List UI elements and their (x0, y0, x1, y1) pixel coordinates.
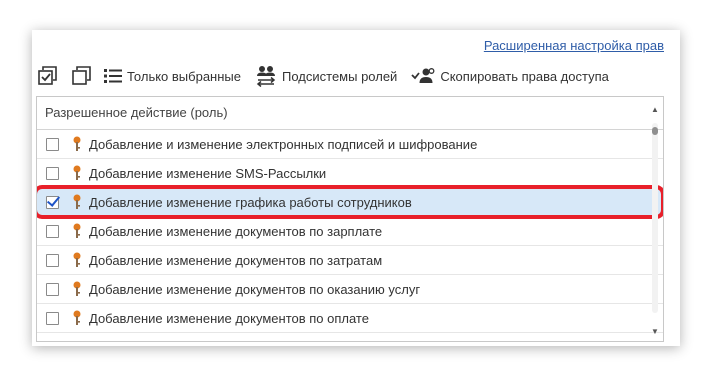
toolbar: Только выбранные Подсистемы ролей Скопир… (38, 64, 609, 88)
column-header[interactable]: Разрешенное действие (роль) (37, 97, 663, 130)
key-icon (72, 165, 82, 181)
column-header-label: Разрешенное действие (роль) (45, 105, 228, 120)
row-checkbox-checked[interactable] (46, 195, 59, 209)
key-icon (72, 252, 82, 268)
key-icon (72, 194, 82, 210)
table-row[interactable]: Добавление изменение документов по затра… (37, 246, 663, 275)
table-row[interactable]: Добавление изменение документов по оплат… (37, 304, 663, 333)
role-subsystems-label: Подсистемы ролей (282, 68, 398, 84)
row-checkbox[interactable] (46, 137, 59, 151)
scroll-up-icon[interactable]: ▲ (649, 103, 661, 117)
table-row-selected[interactable]: Добавление изменение графика работы сотр… (37, 185, 663, 219)
table-row[interactable]: Добавление изменение документов по оказа… (37, 275, 663, 304)
row-label: Добавление изменение SMS-Рассылки (89, 165, 327, 181)
table-row[interactable]: Добавление и изменение электронных подпи… (37, 130, 663, 159)
key-icon (72, 136, 82, 152)
row-checkbox[interactable] (46, 253, 59, 267)
key-icon (72, 281, 82, 297)
key-icon (72, 223, 82, 239)
copy-access-rights-button[interactable]: Скопировать права доступа (411, 64, 609, 88)
table-row[interactable]: Добавление изменение документов по зарпл… (37, 217, 663, 246)
check-all-button[interactable] (38, 64, 58, 88)
row-checkbox[interactable] (46, 166, 59, 180)
users-swap-icon (255, 65, 277, 87)
scroll-track[interactable] (652, 123, 658, 313)
access-rights-panel: Расширенная настройка прав Только выбран… (32, 30, 680, 346)
scroll-down-icon[interactable]: ▼ (649, 325, 661, 339)
row-label: Добавление изменение документов по оплат… (89, 310, 369, 326)
only-selected-label: Только выбранные (127, 68, 241, 84)
check-all-icon (38, 66, 58, 86)
key-icon (72, 310, 82, 326)
row-label: Добавление изменение документов по зарпл… (89, 223, 383, 239)
scroll-thumb[interactable] (652, 127, 658, 135)
row-checkbox[interactable] (46, 282, 59, 296)
row-checkbox[interactable] (46, 311, 59, 325)
advanced-settings-link[interactable]: Расширенная настройка прав (484, 38, 664, 53)
user-check-icon (411, 67, 435, 85)
list-icon (104, 68, 122, 84)
row-checkbox[interactable] (46, 224, 59, 238)
roles-table: Разрешенное действие (роль) Добавление и… (36, 96, 664, 342)
uncheck-all-button[interactable] (72, 64, 92, 88)
row-label: Добавление изменение документов по затра… (89, 252, 383, 268)
vertical-scrollbar[interactable]: ▲ ▼ (649, 97, 661, 341)
copy-access-rights-label: Скопировать права доступа (440, 68, 609, 84)
row-label: Добавление изменение графика работы сотр… (89, 194, 412, 210)
row-label: Добавление и изменение электронных подпи… (89, 136, 478, 152)
row-label: Добавление изменение документов по оказа… (89, 281, 421, 297)
copy-icon (72, 66, 92, 86)
table-row[interactable]: Добавление изменение SMS-Рассылки (37, 159, 663, 188)
only-selected-button[interactable]: Только выбранные (104, 64, 241, 88)
role-subsystems-button[interactable]: Подсистемы ролей (255, 64, 397, 88)
